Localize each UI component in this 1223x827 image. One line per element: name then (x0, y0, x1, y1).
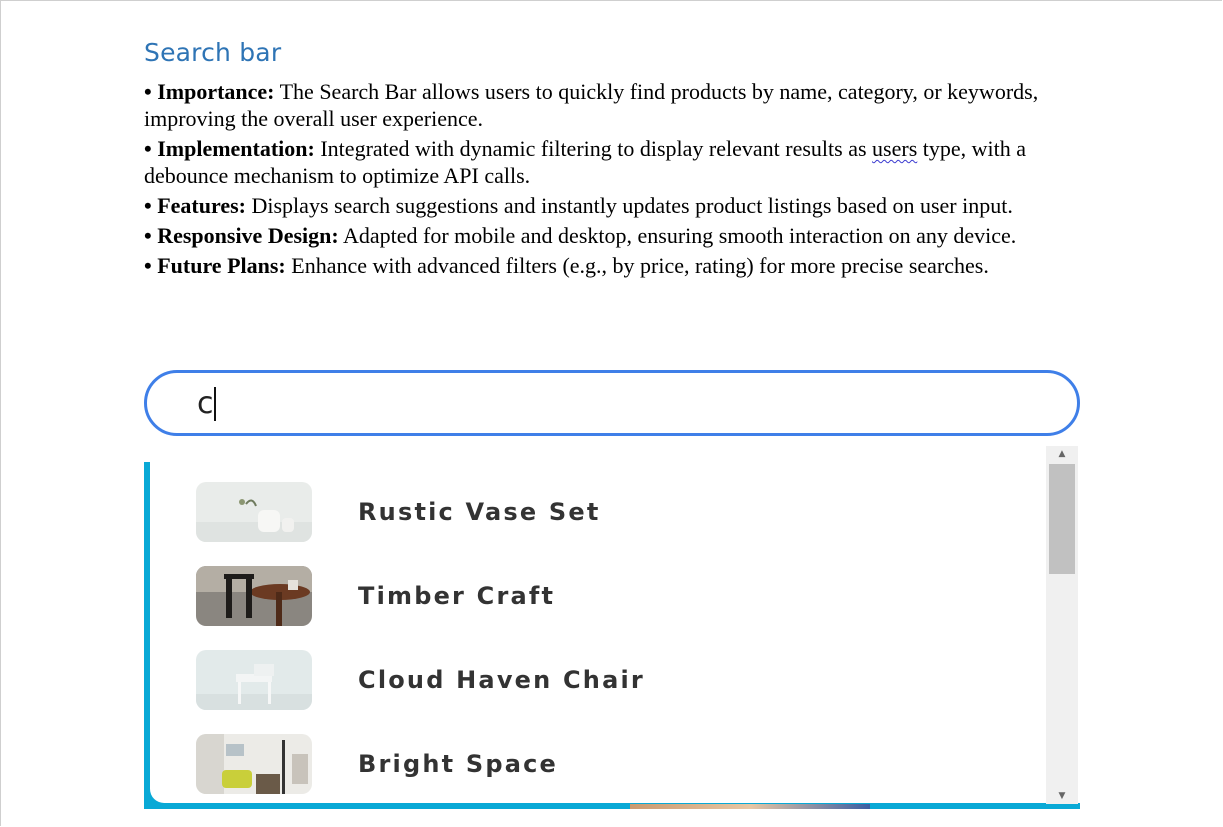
document-body: Search bar • Importance: The Search Bar … (144, 36, 1084, 282)
suggestions-list: Rustic Vase Set Timber Craft Cloud Haven… (150, 462, 1080, 803)
search-suggestions-panel: Rustic Vase Set Timber Craft Cloud Haven… (144, 462, 1080, 809)
vase-thumbnail (196, 482, 312, 542)
suggestion-item[interactable]: Timber Craft (196, 566, 1036, 626)
bullet-text: Integrated with dynamic filtering to dis… (314, 136, 873, 161)
bullet-text: Displays search suggestions and instantl… (246, 193, 1013, 218)
white-chair-thumbnail (196, 650, 312, 710)
bullet-mark: • (144, 136, 152, 161)
suggestion-label: Cloud Haven Chair (358, 666, 645, 694)
spellcheck-word[interactable]: users (872, 136, 917, 161)
room-thumbnail (196, 734, 312, 794)
scrollbar-thumb[interactable] (1049, 464, 1075, 574)
suggestion-item[interactable]: Bright Space (196, 734, 1036, 794)
suggestion-label: Timber Craft (358, 582, 556, 610)
bullet-term: Implementation: (157, 136, 315, 161)
bullet-mark: • (144, 223, 152, 248)
bullet-implementation: • Implementation: Integrated with dynami… (144, 135, 1084, 189)
suggestion-item[interactable]: Cloud Haven Chair (196, 650, 1036, 710)
bullet-term: Importance: (157, 79, 275, 104)
bullet-responsive-design: • Responsive Design: Adapted for mobile … (144, 222, 1084, 249)
bullet-term: Features: (157, 193, 246, 218)
bullet-features: • Features: Displays search suggestions … (144, 192, 1084, 219)
bullet-term: Responsive Design: (157, 223, 339, 248)
text-cursor (214, 387, 216, 421)
scroll-up-arrow-icon[interactable]: ▲ (1046, 446, 1078, 462)
suggestions-scrollbar[interactable]: ▲ ▼ (1046, 446, 1078, 804)
scroll-down-arrow-icon[interactable]: ▼ (1046, 788, 1078, 804)
bullet-importance: • Importance: The Search Bar allows user… (144, 78, 1084, 132)
bullet-mark: • (144, 79, 152, 104)
bullet-text: Enhance with advanced filters (e.g., by … (285, 253, 989, 278)
section-heading: Search bar (144, 38, 282, 67)
chair-table-thumbnail (196, 566, 312, 626)
suggestion-label: Rustic Vase Set (358, 498, 601, 526)
suggestion-label: Bright Space (358, 750, 559, 778)
bullet-term: Future Plans: (157, 253, 286, 278)
bullet-mark: • (144, 193, 152, 218)
bullet-text: Adapted for mobile and desktop, ensuring… (338, 223, 1017, 248)
bullet-text: The Search Bar allows users to quickly f… (144, 79, 1039, 131)
search-bar[interactable] (144, 370, 1080, 436)
bullet-future-plans: • Future Plans: Enhance with advanced fi… (144, 252, 1084, 279)
suggestion-item[interactable]: Rustic Vase Set (196, 482, 1036, 542)
background-image-edge (630, 804, 870, 809)
bullet-mark: • (144, 253, 152, 278)
search-input[interactable] (197, 379, 1017, 427)
